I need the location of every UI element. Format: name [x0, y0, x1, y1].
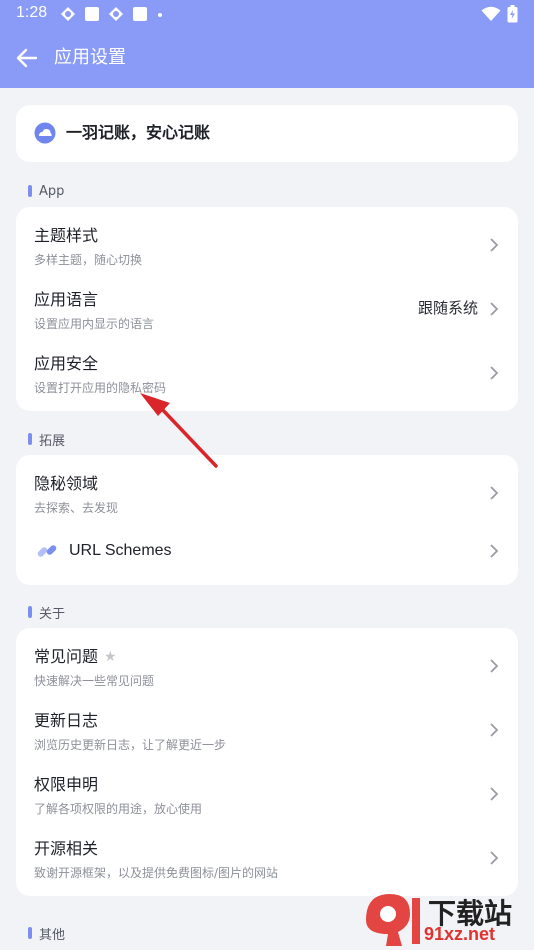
watermark-logo-icon [366, 894, 420, 946]
annotation-arrow [140, 393, 218, 468]
watermark-url: 91xz.net [424, 924, 496, 944]
watermark: 下载站 91xz.net [356, 888, 534, 950]
